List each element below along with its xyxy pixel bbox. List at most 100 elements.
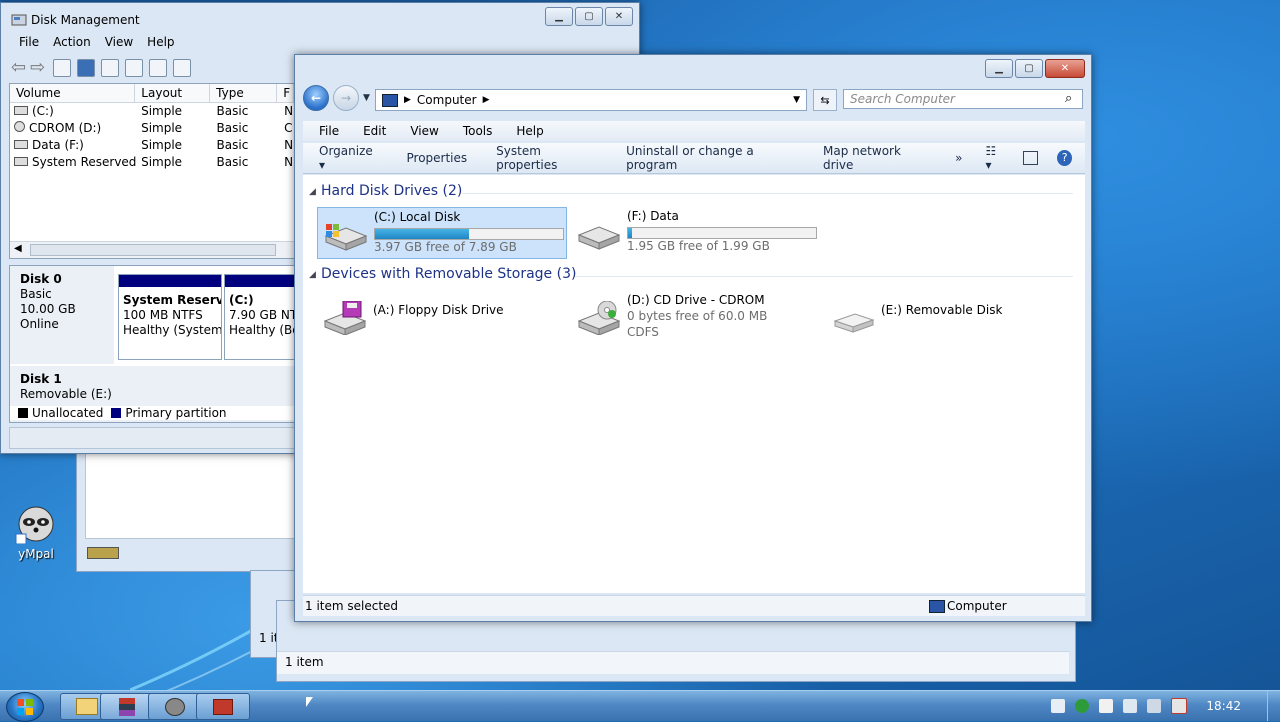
scroll-left-icon[interactable]: ◀ (14, 243, 22, 254)
address-dropdown-icon[interactable]: ▼ (793, 95, 800, 105)
search-icon[interactable]: ⌕ (1065, 91, 1072, 106)
close-button[interactable]: ✕ (605, 7, 633, 26)
uninstall-program-button[interactable]: Uninstall or change a program (626, 144, 794, 172)
forward-arrow-icon[interactable]: ⇨ (30, 57, 45, 78)
desktop-shortcut-ympal[interactable]: yMpal (10, 500, 62, 561)
volume-muted-icon[interactable] (1171, 698, 1188, 714)
collapse-group-icon[interactable]: ◢ (309, 187, 316, 197)
display-tray-icon[interactable] (1147, 699, 1162, 713)
volume-name: CDROM (D:) (29, 121, 102, 135)
refresh-icon[interactable] (125, 58, 144, 77)
partition-system-reserved[interactable]: System Reserve 100 MB NTFS Healthy (Syst… (118, 274, 222, 360)
partition-c[interactable]: (C:) 7.90 GB NTFS Healthy (Boo (224, 274, 294, 360)
recent-pages-chevron-icon[interactable]: ▼ (363, 93, 370, 103)
settings-icon[interactable] (173, 58, 192, 77)
menu-edit[interactable]: Edit (363, 124, 386, 138)
breadcrumb-computer[interactable]: Computer (417, 93, 477, 107)
column-layout[interactable]: Layout (135, 84, 211, 102)
help-icon[interactable]: ? (1057, 150, 1072, 166)
system-properties-button[interactable]: System properties (496, 144, 597, 172)
column-file-system[interactable]: F (277, 84, 294, 102)
network-tray-icon[interactable] (1123, 699, 1138, 713)
legend: Unallocated Primary partition (10, 406, 294, 420)
explorer-window[interactable]: ▁ ▢ ✕ ← → ▼ ▶ Computer ▶ ▼ ⇆ Search Comp… (294, 54, 1092, 622)
table-row[interactable]: (C:) Simple Basic N (10, 103, 294, 120)
drive-tile-d[interactable]: (D:) CD Drive - CDROM 0 bytes free of 60… (571, 291, 821, 343)
menu-file[interactable]: File (19, 35, 39, 49)
table-row[interactable]: Data (F:) Simple Basic N (10, 137, 294, 154)
properties-icon[interactable] (101, 58, 120, 77)
table-row[interactable]: System Reserved Simple Basic N (10, 154, 294, 171)
menu-action[interactable]: Action (53, 35, 91, 49)
search-input[interactable]: Search Computer (843, 89, 1083, 109)
group-hard-disk-drives[interactable]: Hard Disk Drives (2) (321, 183, 462, 199)
drive-tile-a[interactable]: (A:) Floppy Disk Drive (317, 291, 567, 343)
menu-tools[interactable]: Tools (463, 124, 493, 138)
column-type[interactable]: Type (210, 84, 278, 102)
address-bar[interactable]: ▶ Computer ▶ ▼ (375, 89, 807, 111)
collapse-group-icon[interactable]: ◢ (309, 270, 316, 280)
more-commands-button[interactable]: » (955, 151, 962, 165)
refresh-button[interactable]: ⇆ (813, 89, 837, 111)
rescan-disks-icon[interactable] (149, 58, 168, 77)
partition-size: 100 MB NTFS (123, 308, 203, 322)
status-bar (9, 427, 295, 449)
minimize-button[interactable]: ▁ (545, 7, 573, 26)
start-button[interactable] (6, 692, 44, 722)
scroll-thumb[interactable] (30, 244, 276, 256)
taskbar-app-button[interactable] (100, 693, 154, 720)
drive-name: (A:) Floppy Disk Drive (373, 303, 504, 317)
menu-view[interactable]: View (105, 35, 133, 49)
horizontal-scrollbar[interactable]: ◀ (10, 241, 294, 258)
raccoon-icon (15, 506, 54, 545)
forward-button[interactable]: → (333, 85, 359, 111)
table-row[interactable]: CDROM (D:) Simple Basic C (10, 120, 294, 137)
taskbar-disk-management-button[interactable] (196, 693, 250, 720)
back-arrow-icon[interactable]: ⇦ (11, 57, 26, 78)
volume-type: Basic (216, 104, 249, 118)
action-center-flag-icon[interactable] (1099, 699, 1114, 713)
drive-tile-f[interactable]: (F:) Data 1.95 GB free of 1.99 GB (571, 207, 821, 259)
menu-help[interactable]: Help (516, 124, 543, 138)
maximize-button[interactable]: ▢ (575, 7, 603, 26)
volume-extra: N (284, 104, 294, 118)
disk-map[interactable]: Disk 0 Basic 10.00 GB Online System Rese… (9, 265, 295, 423)
minimize-button[interactable]: ▁ (985, 59, 1013, 78)
mouse-cursor-icon (306, 697, 313, 707)
disk1-kind: Removable (E:) (20, 387, 112, 401)
properties-button[interactable]: Properties (407, 151, 468, 165)
help-icon[interactable] (77, 58, 96, 77)
map-network-drive-button[interactable]: Map network drive (823, 144, 926, 172)
cdrom-icon (14, 121, 25, 132)
drive-name: (E:) Removable Disk (881, 303, 1003, 317)
volume-list[interactable]: Volume Layout Type F (C:) Simple Basic N… (9, 83, 295, 259)
computer-icon (382, 93, 398, 107)
column-volume[interactable]: Volume (10, 84, 136, 102)
content-pane[interactable]: ◢ Hard Disk Drives (2) (C:) Local Disk 3… (303, 175, 1085, 593)
organize-button[interactable]: Organize ▾ (319, 144, 378, 172)
taskbar-ympal-button[interactable] (148, 693, 202, 720)
maximize-button[interactable]: ▢ (1015, 59, 1043, 78)
show-desktop-button[interactable] (1267, 691, 1280, 721)
menu-file[interactable]: File (319, 124, 339, 138)
drive-tile-e[interactable]: (E:) Removable Disk (825, 291, 1075, 343)
change-view-icon[interactable]: ☷ ▾ (985, 144, 1004, 172)
document-tray-icon[interactable] (1051, 699, 1066, 713)
menu-view[interactable]: View (410, 124, 438, 138)
clock[interactable]: 18:42 (1206, 699, 1241, 713)
volume-type: Basic (216, 155, 249, 169)
menu-help[interactable]: Help (147, 35, 174, 49)
preview-pane-icon[interactable] (1023, 151, 1039, 165)
back-button[interactable]: ← (303, 85, 329, 111)
group-removable-storage[interactable]: Devices with Removable Storage (3) (321, 266, 576, 282)
disk0-label[interactable]: Disk 0 Basic 10.00 GB Online (10, 266, 114, 364)
disk0-kind: Basic (20, 287, 52, 301)
status-location: Computer (947, 599, 1007, 613)
show-hide-tree-icon[interactable] (53, 58, 72, 77)
close-button[interactable]: ✕ (1045, 59, 1085, 78)
forward-arrow-icon: → (340, 91, 352, 105)
security-check-tray-icon[interactable] (1075, 699, 1090, 713)
partition-size: 7.90 GB NTFS (229, 308, 294, 322)
breadcrumb-separator-icon[interactable]: ▶ (483, 95, 490, 105)
drive-tile-c[interactable]: (C:) Local Disk 3.97 GB free of 7.89 GB (317, 207, 567, 259)
